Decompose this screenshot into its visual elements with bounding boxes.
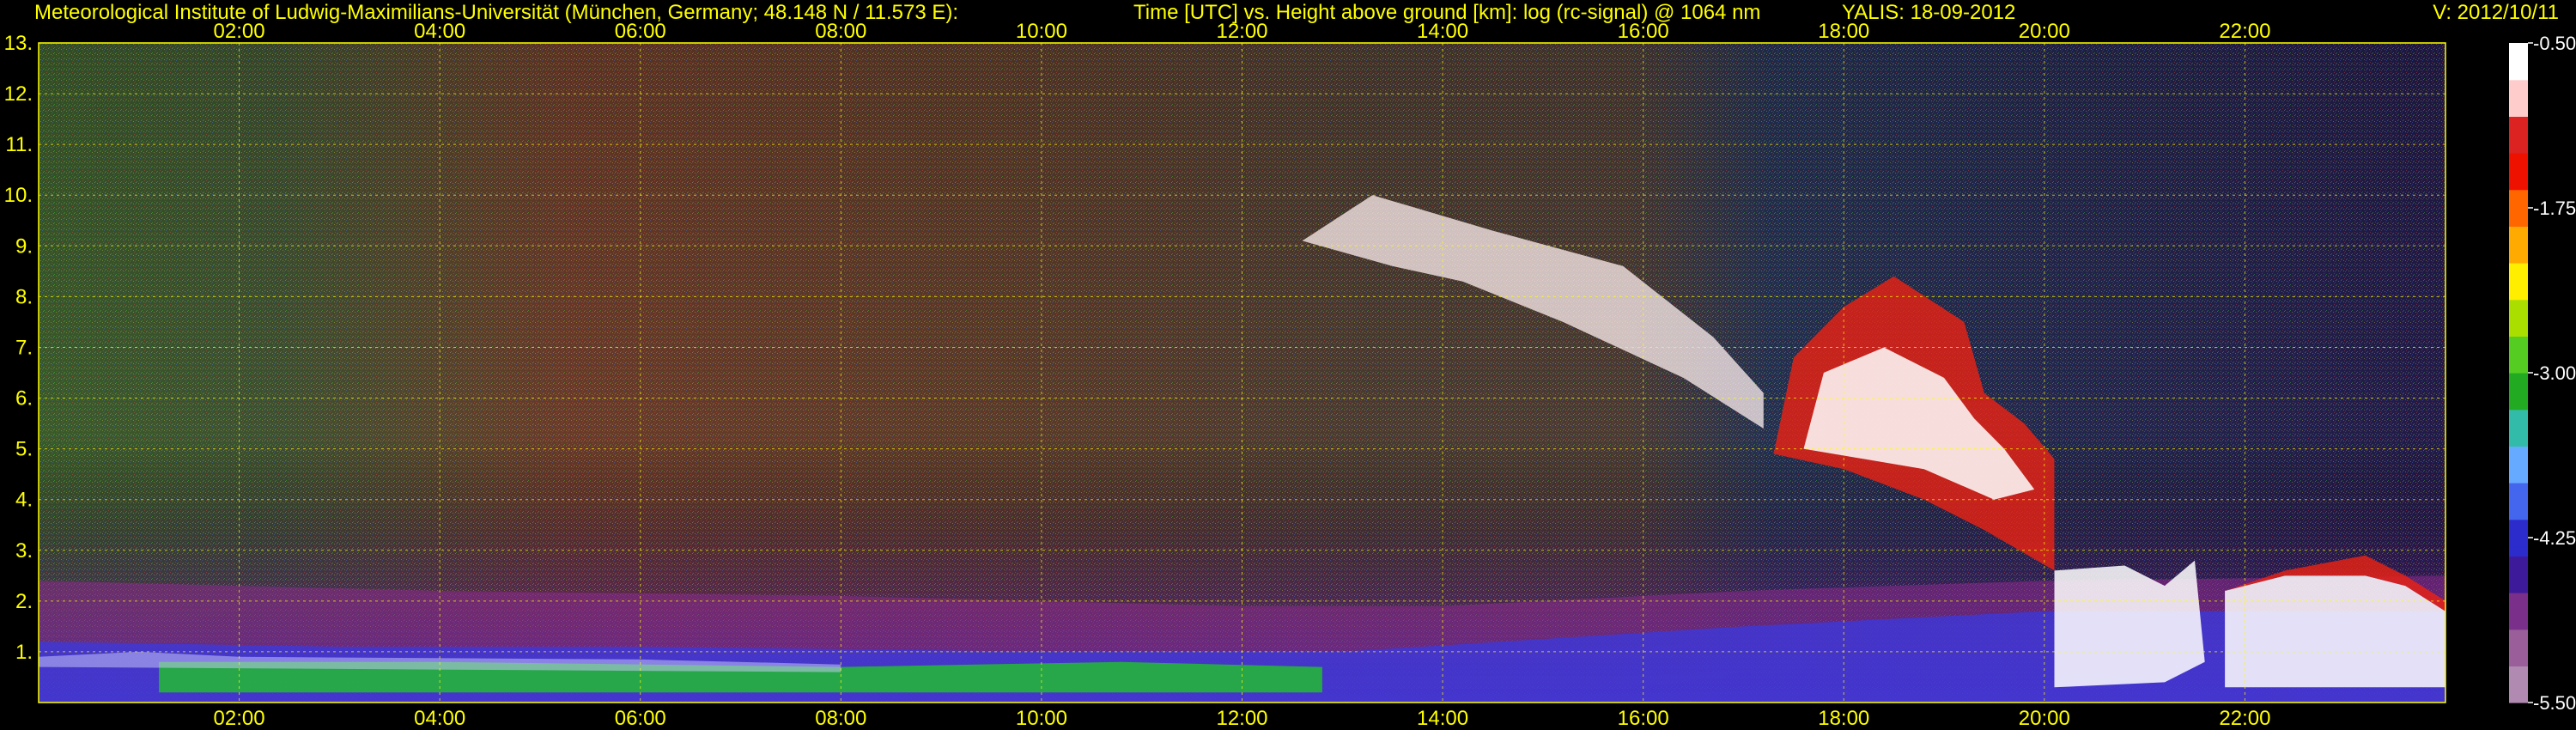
x-tick-label-bottom: 02:00 (214, 707, 265, 730)
x-tick-label-bottom: 06:00 (615, 707, 666, 730)
colorbar-tick-label: -5.50 (2533, 692, 2576, 714)
low-cloud-white-1 (2054, 560, 2205, 688)
colorbar-swatch (2509, 666, 2528, 703)
y-tick-label: 11. (5, 133, 33, 156)
lidar-quicklook: Meteorological Institute of Ludwig-Maxim… (0, 0, 2576, 730)
colorbar-swatch (2509, 483, 2528, 520)
colorbar-tick-label: -3.00 (2533, 362, 2576, 384)
x-tick-label-top: 22:00 (2219, 20, 2270, 43)
x-tick-label-bottom: 16:00 (1618, 707, 1669, 730)
colorbar: -0.50 -1.75 -3.00 -4.25 -5.50 (2509, 33, 2576, 714)
x-tick-label-bottom: 12:00 (1216, 707, 1267, 730)
x-tick-label-bottom: 22:00 (2219, 707, 2270, 730)
colorbar-swatch (2509, 446, 2528, 484)
x-tick-label-bottom: 18:00 (1818, 707, 1869, 730)
y-tick-label: 13. (4, 32, 33, 55)
y-axis-ticks: 1. 2. 3. 4. 5. 6. 7. 8. 9. 10. 11. 12. 13. (4, 32, 33, 664)
x-tick-label-bottom: 10:00 (1016, 707, 1067, 730)
colorbar-swatch (2509, 153, 2528, 191)
colorbar-swatch (2509, 556, 2528, 593)
y-tick-label: 9. (15, 234, 33, 258)
y-tick-label: 12. (4, 82, 33, 106)
x-tick-label-top: 12:00 (1216, 20, 1267, 43)
colorbar-swatch (2509, 629, 2528, 666)
y-tick-label: 1. (15, 641, 33, 664)
colorbar-swatch (2509, 409, 2528, 447)
x-tick-label-top: 06:00 (615, 20, 666, 43)
x-tick-label-top: 16:00 (1618, 20, 1669, 43)
x-tick-label-bottom: 08:00 (815, 707, 866, 730)
x-tick-label-top: 14:00 (1417, 20, 1468, 43)
y-tick-label: 6. (15, 387, 33, 411)
colorbar-swatch (2509, 519, 2528, 557)
x-tick-label-top: 20:00 (2019, 20, 2070, 43)
x-tick-label-top: 08:00 (815, 20, 866, 43)
x-tick-label-bottom: 04:00 (414, 707, 465, 730)
heatmap-plot: 1. 2. 3. 4. 5. 6. 7. 8. 9. 10. 11. 12. 13. 02:00 02:0… (4, 20, 2576, 730)
colorbar-swatch (2509, 373, 2528, 411)
colorbar-tick-label: -4.25 (2533, 527, 2576, 549)
colorbar-swatch (2509, 116, 2528, 154)
low-cloud-white-2 (2225, 575, 2445, 688)
colorbar-tick-label: -0.50 (2533, 33, 2576, 54)
colorbar-swatch (2509, 79, 2528, 117)
colorbar-swatch (2509, 593, 2528, 630)
colorbar-swatch (2509, 336, 2528, 374)
colorbar-tick-label: -1.75 (2533, 198, 2576, 219)
y-tick-label: 5. (15, 438, 33, 461)
x-tick-label-top: 04:00 (414, 20, 465, 43)
colorbar-swatch (2509, 226, 2528, 264)
x-tick-label-top: 02:00 (214, 20, 265, 43)
colorbar-swatch (2509, 43, 2528, 81)
y-tick-label: 7. (15, 336, 33, 359)
colorbar-swatch (2509, 189, 2528, 227)
y-tick-label: 4. (15, 489, 33, 512)
y-tick-label: 2. (15, 590, 33, 613)
colorbar-swatch (2509, 299, 2528, 337)
colorbar-swatch (2509, 263, 2528, 301)
x-tick-label-top: 10:00 (1016, 20, 1067, 43)
x-tick-label-bottom: 14:00 (1417, 707, 1468, 730)
y-tick-label: 3. (15, 539, 33, 563)
y-tick-label: 10. (4, 184, 33, 207)
x-tick-label-bottom: 20:00 (2019, 707, 2070, 730)
x-tick-label-top: 18:00 (1818, 20, 1869, 43)
y-tick-label: 8. (15, 285, 33, 308)
